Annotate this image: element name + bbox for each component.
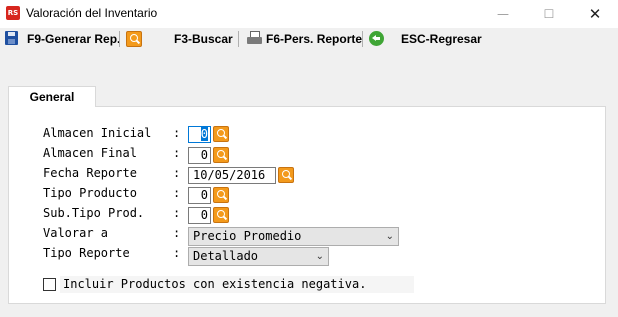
close-button[interactable]: ✕ bbox=[572, 0, 618, 28]
valorar-a-label: Valorar a bbox=[43, 226, 109, 240]
title-bar: RS Valoración del Inventario — ☐ ✕ bbox=[0, 0, 618, 28]
include-negative-label[interactable]: Incluir Productos con existencia negativ… bbox=[60, 276, 414, 293]
toolbar-separator bbox=[238, 31, 239, 47]
back-button[interactable]: ESC-Regresar bbox=[401, 28, 482, 50]
valorar-a-select[interactable]: Precio Promedio ⌄ bbox=[188, 227, 399, 246]
toolbar-separator bbox=[119, 31, 120, 47]
back-arrow-icon bbox=[369, 31, 384, 46]
almacen-inicial-value: 0 bbox=[200, 127, 208, 141]
minimize-button[interactable]: — bbox=[480, 0, 526, 28]
chevron-down-icon: ⌄ bbox=[315, 251, 324, 262]
search-icon[interactable] bbox=[213, 147, 229, 163]
almacen-inicial-field[interactable]: 0 bbox=[188, 126, 211, 143]
generate-report-label: F9-Generar Rep. bbox=[27, 32, 121, 46]
app-logo-icon: RS bbox=[6, 6, 20, 20]
colon: : bbox=[173, 186, 181, 200]
search-button[interactable]: F3-Buscar bbox=[174, 28, 233, 50]
tab-general[interactable]: General bbox=[8, 86, 96, 107]
search-icon[interactable] bbox=[213, 187, 229, 203]
tipo-reporte-select[interactable]: Detallado ⌄ bbox=[188, 247, 329, 266]
almacen-inicial-label: Almacen Inicial bbox=[43, 126, 152, 140]
tipo-producto-label: Tipo Producto bbox=[43, 186, 137, 200]
colon: : bbox=[173, 246, 181, 260]
back-icon-button[interactable] bbox=[369, 28, 387, 50]
search-icon bbox=[126, 31, 142, 47]
colon: : bbox=[173, 126, 181, 140]
colon: : bbox=[173, 206, 181, 220]
colon: : bbox=[173, 226, 181, 240]
colon: : bbox=[173, 166, 181, 180]
fecha-reporte-field[interactable]: 10/05/2016 bbox=[188, 167, 276, 184]
colon: : bbox=[173, 146, 181, 160]
chevron-down-icon: ⌄ bbox=[385, 231, 394, 242]
calendar-search-icon[interactable] bbox=[278, 167, 294, 183]
search-toolbar-icon-button[interactable] bbox=[125, 28, 143, 50]
toolbar: F9-Generar Rep. F3-Buscar F6-Pers. Repor… bbox=[0, 28, 618, 50]
save-icon bbox=[5, 31, 18, 45]
sub-tipo-prod-label: Sub.Tipo Prod. bbox=[43, 206, 145, 220]
search-icon[interactable] bbox=[213, 207, 229, 223]
toolbar-separator bbox=[362, 31, 363, 47]
print-icon bbox=[247, 31, 263, 46]
window-title: Valoración del Inventario bbox=[26, 6, 158, 20]
custom-report-label: F6-Pers. Reporte bbox=[266, 32, 363, 46]
almacen-final-field[interactable]: 0 bbox=[188, 147, 211, 164]
maximize-button[interactable]: ☐ bbox=[526, 0, 572, 28]
tipo-reporte-value: Detallado bbox=[193, 249, 259, 263]
fecha-reporte-label: Fecha Reporte bbox=[43, 166, 137, 180]
search-icon[interactable] bbox=[213, 126, 229, 142]
tipo-reporte-label: Tipo Reporte bbox=[43, 246, 130, 260]
almacen-final-label: Almacen Final bbox=[43, 146, 137, 160]
valorar-a-value: Precio Promedio bbox=[193, 229, 302, 243]
sub-tipo-prod-field[interactable]: 0 bbox=[188, 207, 211, 224]
include-negative-checkbox[interactable] bbox=[43, 278, 56, 291]
tipo-producto-field[interactable]: 0 bbox=[188, 187, 211, 204]
